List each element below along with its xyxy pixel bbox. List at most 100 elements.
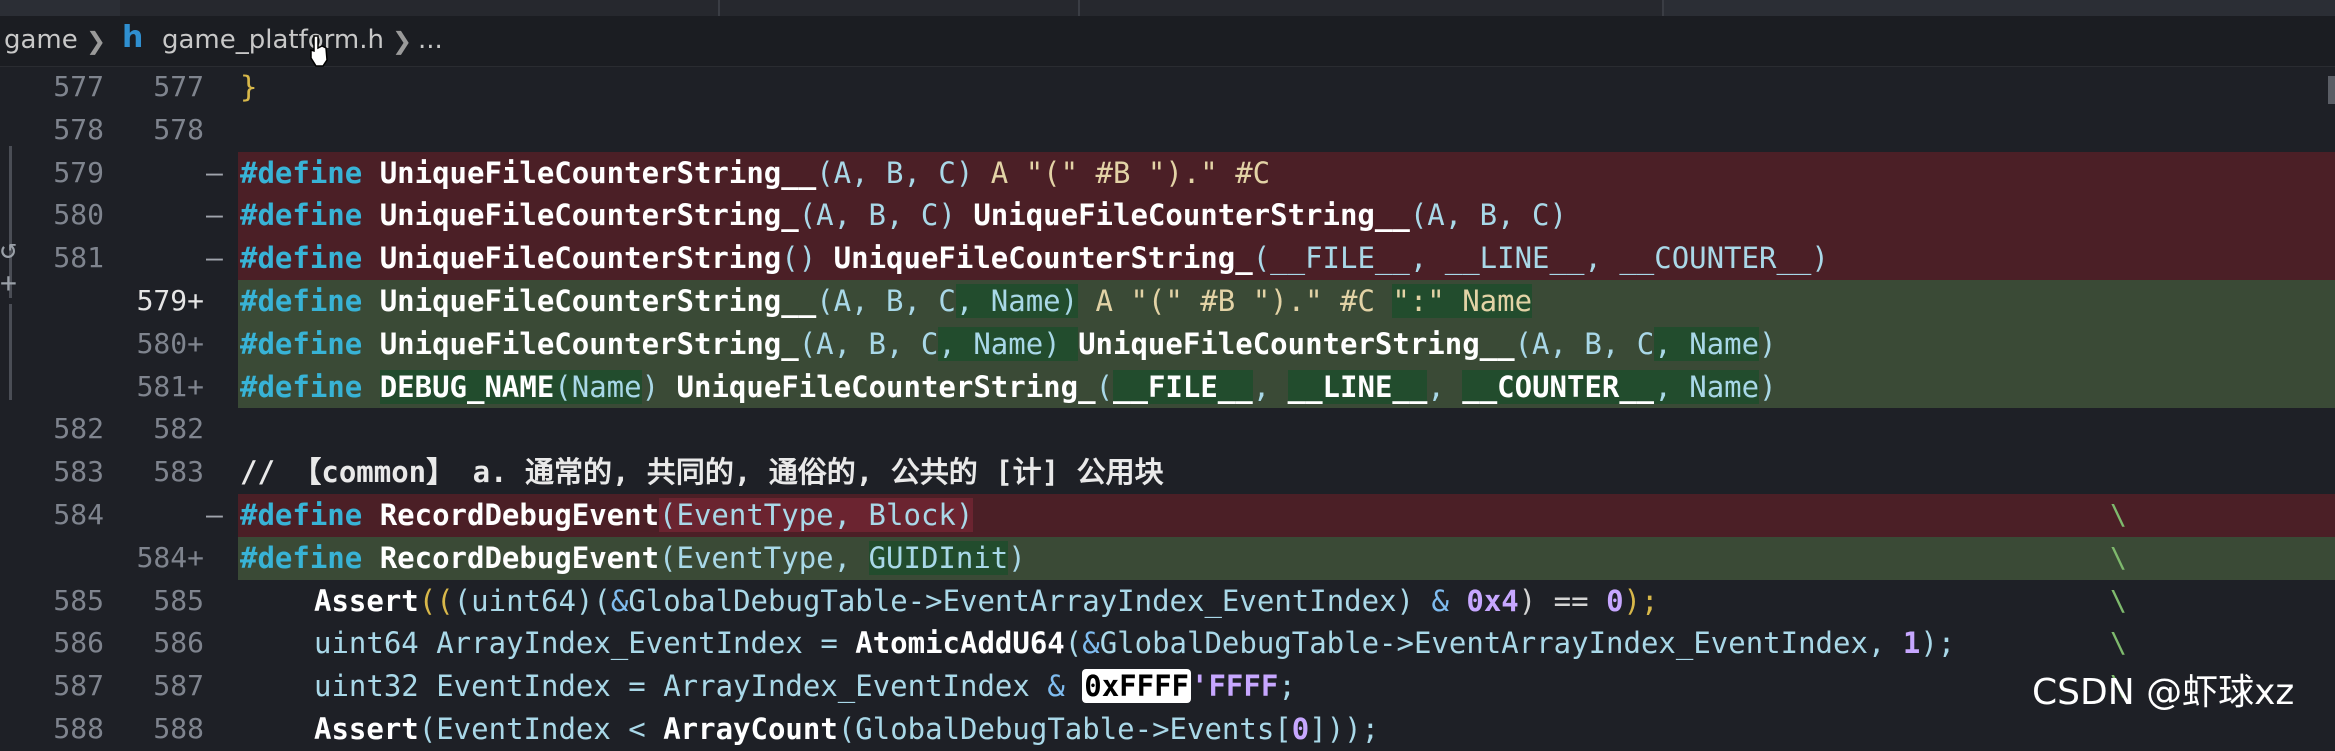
- tab-stub[interactable]: [0, 0, 120, 16]
- old-line-number: 587: [53, 669, 104, 703]
- deleted-line: 580 — #define UniqueFileCounterString_(A…: [0, 194, 2335, 238]
- macro-params: (A, B, C: [816, 284, 956, 318]
- define-keyword: #define: [240, 155, 363, 190]
- old-line-number: 588: [53, 712, 104, 745]
- number-literal: 1: [1902, 626, 1921, 661]
- new-line-number: 582: [153, 412, 204, 446]
- chevron-right-icon: ❯: [392, 27, 413, 55]
- selected-hex-literal[interactable]: 0xFFFF: [1082, 669, 1192, 704]
- breadcrumb-folder[interactable]: game: [4, 25, 78, 55]
- old-line-number: 581: [53, 241, 104, 275]
- new-line-number: 583: [153, 455, 204, 489]
- bitand-operator: &: [1431, 583, 1449, 618]
- breadcrumb: game ❯ h game_platform.h ❯ ...: [0, 16, 2335, 67]
- added-body: ":" Name: [1392, 284, 1533, 318]
- deletion-marker: —: [206, 198, 223, 232]
- macro-call: UniqueFileCounterString_: [676, 369, 1096, 404]
- macro-params: (): [781, 241, 834, 276]
- code-text[interactable]: #define UniqueFileCounterString() Unique…: [240, 237, 1829, 280]
- paren: );: [1623, 583, 1659, 618]
- code-text[interactable]: // 【common】 a. 通常的, 共同的, 通俗的, 公共的 [计] 公用…: [240, 451, 1164, 494]
- old-line-number: 577: [53, 70, 104, 103]
- macro-params: (A, B, C): [816, 155, 974, 190]
- code-comment: // 【common】 a. 通常的, 共同的, 通俗的, 公共的 [计] 公用…: [240, 455, 1164, 490]
- code-text[interactable]: uint64 ArrayIndex_EventIndex = AtomicAdd…: [314, 622, 1955, 665]
- tab-separator: [718, 0, 720, 16]
- code-text[interactable]: #define DEBUG_NAME(Name) UniqueFileCount…: [240, 366, 1777, 409]
- code-text[interactable]: #define RecordDebugEvent(EventType, Bloc…: [240, 494, 974, 537]
- removed-params: (EventType, Block): [659, 498, 974, 532]
- code-text[interactable]: #define UniqueFileCounterString_(A, B, C…: [240, 323, 1777, 366]
- new-line-number: 587: [153, 669, 204, 703]
- macro-name: RecordDebugEvent: [379, 498, 660, 532]
- line-continuation: \: [2110, 626, 2127, 660]
- define-keyword: #define: [240, 369, 363, 404]
- code-text[interactable]: #define UniqueFileCounterString__(A, B, …: [240, 280, 1533, 323]
- address-operator: &: [610, 583, 629, 618]
- added-params: , Name): [938, 326, 1079, 361]
- number-literal: 0: [1606, 583, 1624, 618]
- number-literal: 0x4: [1448, 583, 1519, 618]
- expression: (GlobalDebugTable->Events[: [837, 712, 1292, 746]
- old-line-number: 582: [53, 412, 104, 446]
- new-line-number: 579+: [136, 284, 204, 317]
- call-args: (A, B, C: [1514, 326, 1655, 361]
- code-line: 577 577 }: [0, 66, 2335, 109]
- number-literal: 'FFFF: [1191, 669, 1279, 704]
- macro-name: UniqueFileCounterString__: [379, 284, 817, 318]
- macro-name: UniqueFileCounterString: [379, 241, 782, 276]
- new-line-number: 588: [153, 712, 204, 745]
- diff-editor[interactable]: ↺ + 577 577 } 578 578 579 — #define Uniq…: [0, 66, 2335, 746]
- deleted-line: 581 — #define UniqueFileCounterString() …: [0, 237, 2335, 280]
- added-params: , Name): [955, 284, 1079, 318]
- paren: );: [1920, 626, 1956, 661]
- code-text[interactable]: #define RecordDebugEvent(EventType, GUID…: [240, 537, 1026, 580]
- macro-name: DEBUG_NAME: [379, 369, 555, 404]
- code-text[interactable]: #define UniqueFileCounterString__(A, B, …: [240, 152, 1270, 195]
- expression: uint32 EventIndex = ArrayIndex_EventInde…: [314, 669, 1048, 704]
- new-line-number: 580+: [136, 326, 204, 360]
- code-text[interactable]: Assert(EventIndex < ArrayCount(GlobalDeb…: [314, 708, 1379, 751]
- code-text[interactable]: #define UniqueFileCounterString_(A, B, C…: [240, 194, 1567, 237]
- old-line-number: 586: [53, 626, 104, 660]
- deletion-marker: —: [206, 155, 223, 189]
- paren: (: [1064, 626, 1083, 661]
- paren: ((: [418, 583, 454, 618]
- call-close: ): [1759, 369, 1777, 404]
- macro-params: (A, B, C): [798, 198, 974, 233]
- macro-call: UniqueFileCounterString__: [973, 198, 1410, 233]
- tab-stub[interactable]: [1664, 0, 2335, 16]
- line-continuation: \: [2110, 540, 2127, 574]
- added-args: , Name: [1654, 369, 1760, 404]
- expression: uint64 ArrayIndex_EventIndex =: [314, 626, 856, 661]
- tab-strip: [0, 0, 2335, 16]
- expression: GlobalDebugTable->EventArrayIndex_EventI…: [1099, 626, 1903, 661]
- code-text[interactable]: uint32 EventIndex = ArrayIndex_EventInde…: [314, 665, 1296, 708]
- define-keyword: #define: [240, 198, 363, 233]
- line-continuation: \: [2110, 583, 2127, 617]
- added-line: 580+ #define UniqueFileCounterString_(A,…: [0, 322, 2335, 366]
- new-line-number: 581+: [136, 369, 204, 403]
- macro-call: UniqueFileCounterString_: [833, 241, 1253, 276]
- chevron-right-icon: ❯: [86, 27, 107, 55]
- define-keyword: #define: [240, 540, 363, 575]
- bitand-operator: &: [1047, 669, 1065, 704]
- line-macro: __LINE__: [1287, 369, 1428, 404]
- macro-params: (A, B, C: [798, 326, 939, 361]
- new-line-number: 586: [153, 626, 204, 660]
- code-text[interactable]: }: [240, 66, 257, 109]
- breadcrumb-more[interactable]: ...: [418, 25, 443, 55]
- comma: ,: [1427, 369, 1463, 404]
- define-keyword: #define: [240, 498, 363, 532]
- macro-params: Name: [571, 369, 642, 404]
- deleted-line: 584 — #define RecordDebugEvent(EventType…: [0, 494, 2335, 537]
- address-operator: &: [1082, 626, 1100, 661]
- param-close: ): [641, 369, 677, 404]
- breadcrumb-file[interactable]: game_platform.h: [162, 25, 384, 55]
- macro-params: (EventType,: [659, 540, 869, 575]
- function-call: ArrayCount: [663, 712, 838, 746]
- added-line: 579+ #define UniqueFileCounterString__(A…: [0, 280, 2335, 323]
- code-text[interactable]: Assert(((uint64)(&GlobalDebugTable->Even…: [314, 580, 1658, 623]
- header-file-icon: h: [122, 20, 144, 55]
